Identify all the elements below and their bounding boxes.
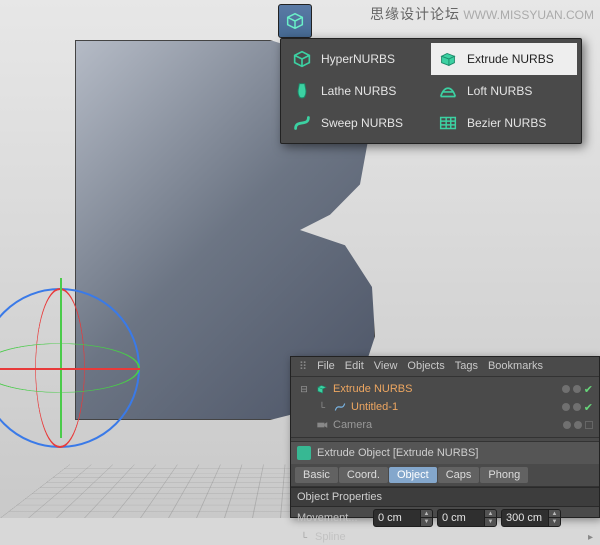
visibility-dot-icon[interactable] [562,385,570,393]
enable-check-icon[interactable]: ✔ [584,383,593,396]
prop-row-spline: └ Spline ▸ [291,529,599,545]
movement-z-value[interactable]: 300 cm [502,512,548,524]
render-dot-icon[interactable] [574,421,582,429]
menu-item-sweep-nurbs[interactable]: Sweep NURBS [285,107,431,139]
bezier-icon [437,112,459,134]
gizmo-axis-y[interactable] [60,278,62,438]
menu-item-lathe-nurbs[interactable]: Lathe NURBS [285,75,431,107]
hierarchy-line-icon: └ [297,532,311,542]
tree-label: Camera [333,419,372,431]
visibility-dot-icon[interactable] [562,403,570,411]
spline-icon [333,400,347,414]
camera-icon [315,418,329,432]
menu-item-label: Loft NURBS [467,84,532,98]
panel-menu-icon[interactable]: ⠿ [299,360,307,373]
menu-view[interactable]: View [374,360,398,373]
menu-item-label: HyperNURBS [321,52,395,66]
menu-objects[interactable]: Objects [407,360,444,373]
panel-menubar: ⠿ File Edit View Objects Tags Bookmarks [291,357,599,377]
render-dot-icon[interactable] [573,403,581,411]
spin-down-icon: ▼ [484,518,496,526]
nurbs-popup-menu: HyperNURBS Extrude NURBS Lathe NURBS Lof… [280,38,582,144]
watermark-url: WWW.MISSYUAN.COM [463,8,594,22]
cube-icon [291,48,313,70]
section-title: Object Properties [291,487,599,507]
prop-label: Movement... [297,512,369,524]
menu-item-bezier-nurbs[interactable]: Bezier NURBS [431,107,577,139]
menu-file[interactable]: File [317,360,335,373]
attribute-header: Extrude Object [Extrude NURBS] [291,441,599,464]
menu-item-loft-nurbs[interactable]: Loft NURBS [431,75,577,107]
cube-icon [284,10,306,32]
rotation-gizmo[interactable] [0,278,170,478]
tab-object[interactable]: Object [389,467,437,483]
spin-up-icon: ▲ [484,510,496,518]
nurbs-toolbar-button[interactable] [278,4,312,38]
spin-up-icon: ▲ [548,510,560,518]
attribute-manager-panel: ⠿ File Edit View Objects Tags Bookmarks … [290,356,600,518]
menu-tags[interactable]: Tags [455,360,478,373]
movement-x-field[interactable]: 0 cm ▲▼ [373,509,433,527]
watermark: 思缘设计论坛 WWW.MISSYUAN.COM [370,4,594,24]
tab-coord[interactable]: Coord. [339,467,388,483]
tab-basic[interactable]: Basic [295,467,338,483]
menu-item-hypernurbs[interactable]: HyperNURBS [285,43,431,75]
watermark-cn: 思缘设计论坛 [370,6,460,22]
spinner[interactable]: ▲▼ [548,510,560,526]
spinner[interactable]: ▲▼ [484,510,496,526]
tab-phong[interactable]: Phong [480,467,528,483]
spinner[interactable]: ▲▼ [420,510,432,526]
spin-down-icon: ▼ [548,518,560,526]
tree-row-extrude-nurbs[interactable]: ⊟ Extrude NURBS ✔ [297,380,593,398]
spin-up-icon: ▲ [420,510,432,518]
sweep-icon [291,112,313,134]
extrude-icon [315,382,329,396]
tree-label: Extrude NURBS [333,383,412,395]
menu-bookmarks[interactable]: Bookmarks [488,360,543,373]
movement-z-field[interactable]: 300 cm ▲▼ [501,509,561,527]
extrude-icon [297,446,311,460]
tree-label: Untitled-1 [351,401,398,413]
prop-label: Spline [315,531,387,543]
movement-x-value[interactable]: 0 cm [374,512,420,524]
menu-item-label: Sweep NURBS [321,116,403,130]
object-tree: ⊟ Extrude NURBS ✔ └ Untitled-1 ✔ Camera [291,377,599,438]
tree-row-untitled[interactable]: └ Untitled-1 ✔ [297,398,593,416]
attribute-header-title: Extrude Object [Extrude NURBS] [317,447,478,459]
viewport-camera-toggle[interactable] [585,421,593,429]
tree-row-camera[interactable]: Camera [297,416,593,434]
hierarchy-line-icon: └ [315,402,329,412]
tab-caps[interactable]: Caps [438,467,480,483]
loft-icon [437,80,459,102]
expand-toggle-icon[interactable]: ⊟ [297,384,311,395]
visibility-dot-icon[interactable] [563,421,571,429]
menu-item-label: Extrude NURBS [467,52,554,66]
menu-item-label: Bezier NURBS [467,116,546,130]
vase-icon [291,80,313,102]
enable-check-icon[interactable]: ✔ [584,401,593,414]
attribute-tabs: Basic Coord. Object Caps Phong [291,464,599,487]
chevron-right-icon[interactable]: ▸ [588,532,593,543]
gizmo-axis-x[interactable] [0,368,140,370]
movement-y-field[interactable]: 0 cm ▲▼ [437,509,497,527]
movement-y-value[interactable]: 0 cm [438,512,484,524]
extrude-icon [437,48,459,70]
prop-row-movement: Movement... 0 cm ▲▼ 0 cm ▲▼ 300 cm ▲▼ [291,507,599,529]
menu-edit[interactable]: Edit [345,360,364,373]
menu-item-extrude-nurbs[interactable]: Extrude NURBS [431,43,577,75]
render-dot-icon[interactable] [573,385,581,393]
spin-down-icon: ▼ [420,518,432,526]
menu-item-label: Lathe NURBS [321,84,396,98]
